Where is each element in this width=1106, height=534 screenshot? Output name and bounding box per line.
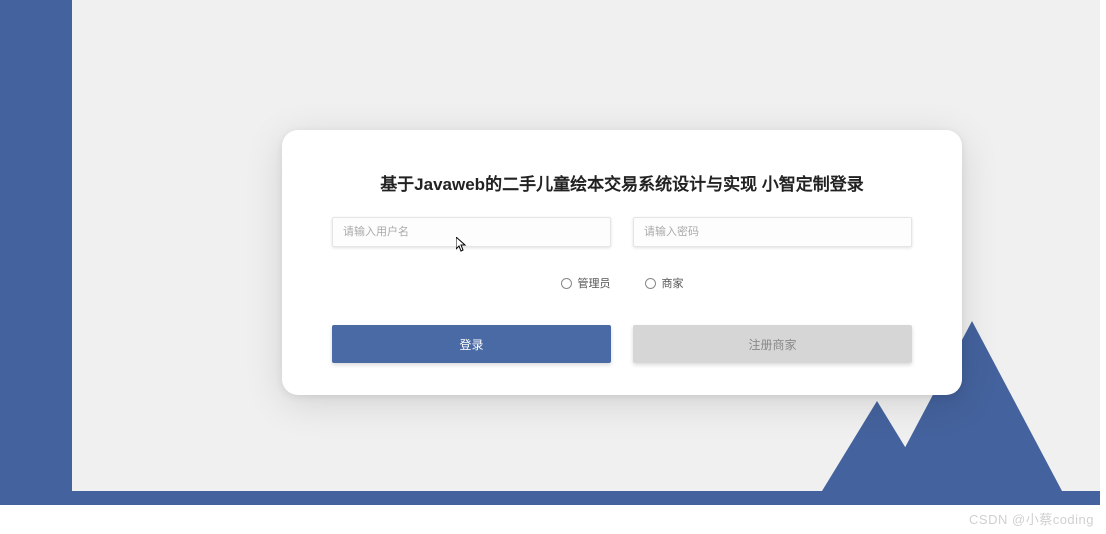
input-row — [332, 217, 912, 247]
password-input[interactable] — [633, 217, 912, 247]
role-radio-group: 管理员 商家 — [332, 275, 912, 291]
app-frame: 基于Javaweb的二手儿童绘本交易系统设计与实现 小智定制登录 管理员 商家 … — [0, 0, 1106, 534]
role-admin-label: 管理员 — [578, 275, 611, 291]
register-button-label: 注册商家 — [748, 336, 796, 353]
role-merchant-radio[interactable]: 商家 — [645, 275, 684, 291]
radio-circle-icon — [645, 278, 656, 289]
role-admin-radio[interactable]: 管理员 — [561, 275, 611, 291]
radio-circle-icon — [561, 278, 572, 289]
username-input[interactable] — [332, 217, 611, 247]
frame-left-border — [0, 0, 72, 505]
frame-bottom-border — [0, 491, 1100, 505]
login-card: 基于Javaweb的二手儿童绘本交易系统设计与实现 小智定制登录 管理员 商家 … — [282, 130, 962, 395]
page-title: 基于Javaweb的二手儿童绘本交易系统设计与实现 小智定制登录 — [332, 170, 912, 195]
content-area: 基于Javaweb的二手儿童绘本交易系统设计与实现 小智定制登录 管理员 商家 … — [72, 0, 1100, 491]
button-row: 登录 注册商家 — [332, 325, 912, 363]
watermark-text: CSDN @小蔡coding — [969, 509, 1094, 528]
login-button-label: 登录 — [459, 336, 483, 353]
register-merchant-button[interactable]: 注册商家 — [633, 325, 912, 363]
role-merchant-label: 商家 — [662, 275, 684, 291]
login-button[interactable]: 登录 — [332, 325, 611, 363]
